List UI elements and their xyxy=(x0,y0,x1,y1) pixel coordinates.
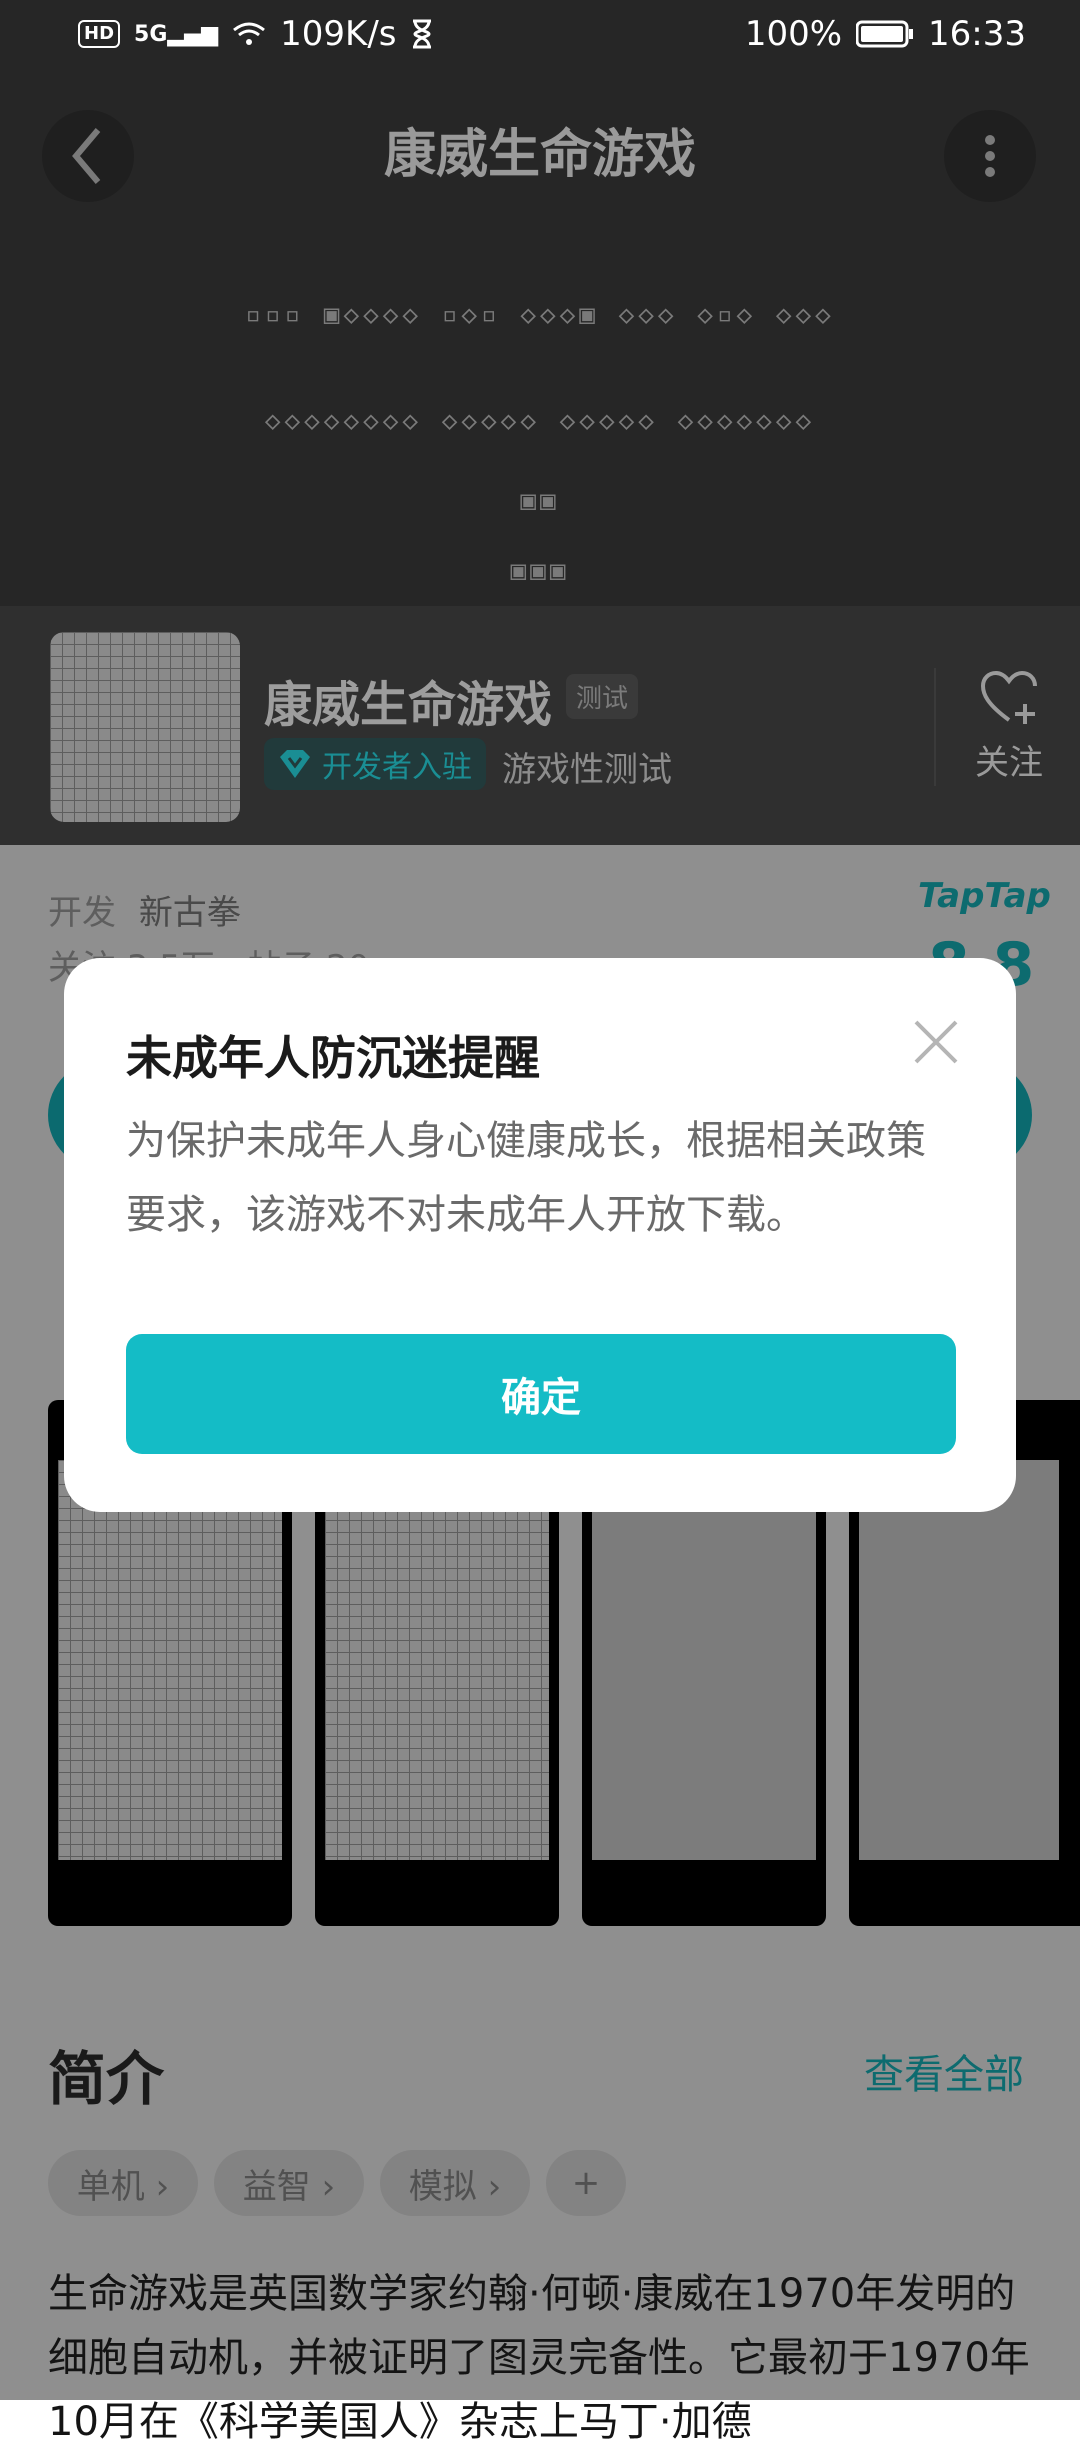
wifi-icon xyxy=(233,22,266,45)
test-type: 游戏性测试 xyxy=(502,750,672,790)
pattern-line: ▣▣▣ xyxy=(510,556,570,586)
screenshot-image xyxy=(58,1460,282,1860)
developer-badge-label: 开发者入驻 xyxy=(322,750,472,785)
screenshot-image xyxy=(859,1460,1059,1860)
pattern-line: ▣▣ xyxy=(520,486,560,516)
diamond-icon xyxy=(280,750,310,778)
close-button[interactable] xyxy=(908,1014,964,1070)
anti-addiction-dialog: 未成年人防沉迷提醒 为保护未成年人身心健康成长，根据相关政策要求，该游戏不对未成… xyxy=(64,958,1016,1512)
follow-label: 关注 xyxy=(975,743,1043,783)
pattern-line: ▫▫▫ ▣◇◇◇◇ ▫◇▫ ◇◇◇▣ ◇◇◇ ◇▫◇ ◇◇◇ xyxy=(245,300,835,330)
battery-percent: 100% xyxy=(744,14,843,54)
heart-plus-icon xyxy=(980,670,1037,724)
signal-icon: 5G▂▄▆ xyxy=(134,21,219,47)
screenshot-image xyxy=(325,1460,549,1860)
tag-chip[interactable]: 单机 › xyxy=(48,2150,198,2216)
screenshot-image xyxy=(592,1460,816,1860)
developer-name[interactable]: 新古拳 xyxy=(139,893,241,933)
tag-chip[interactable]: 模拟 › xyxy=(380,2150,530,2216)
add-tag-button[interactable]: + xyxy=(546,2150,626,2216)
see-all-link[interactable]: 查看全部 xyxy=(864,2042,1024,2100)
status-bar: HD 5G▂▄▆ 109K/s 100% 16:33 xyxy=(0,0,1080,72)
tag-chip[interactable]: 益智 › xyxy=(214,2150,364,2216)
pattern-line: ◇◇◇◇◇◇◇◇ ◇◇◇◇◇ ◇◇◇◇◇ ◇◇◇◇◇◇◇ xyxy=(264,406,816,436)
close-icon xyxy=(914,1020,958,1064)
hourglass-icon xyxy=(412,19,431,49)
battery-icon xyxy=(856,20,914,48)
taptap-logo: TapTap xyxy=(918,876,1051,916)
follow-button[interactable]: 关注 xyxy=(934,670,1080,784)
app-name: 康威生命游戏 xyxy=(264,677,553,733)
more-vertical-icon xyxy=(985,135,995,177)
intro-text: 生命游戏是英国数学家约翰·何顿·康威在1970年发明的细胞自动机，并被证明了图灵… xyxy=(48,2271,1030,2445)
app-icon[interactable] xyxy=(50,632,240,822)
more-button[interactable] xyxy=(944,110,1036,202)
developer-badge[interactable]: 开发者入驻 xyxy=(264,738,486,790)
confirm-button[interactable]: 确定 xyxy=(126,1334,956,1454)
developer-label: 开发 xyxy=(48,893,116,933)
clock: 16:33 xyxy=(928,14,1026,54)
network-speed: 109K/s xyxy=(280,14,397,54)
dialog-title: 未成年人防沉迷提醒 xyxy=(126,1031,540,1085)
hd-icon: HD xyxy=(78,20,121,48)
test-badge: 测试 xyxy=(566,674,639,719)
developer-info: 开发 新古拳 xyxy=(48,885,241,934)
page-title: 康威生命游戏 xyxy=(383,125,696,185)
intro-title: 简介 xyxy=(48,2045,165,2113)
dialog-message: 为保护未成年人身心健康成长，根据相关政策要求，该游戏不对未成年人开放下载。 xyxy=(126,1118,926,1238)
